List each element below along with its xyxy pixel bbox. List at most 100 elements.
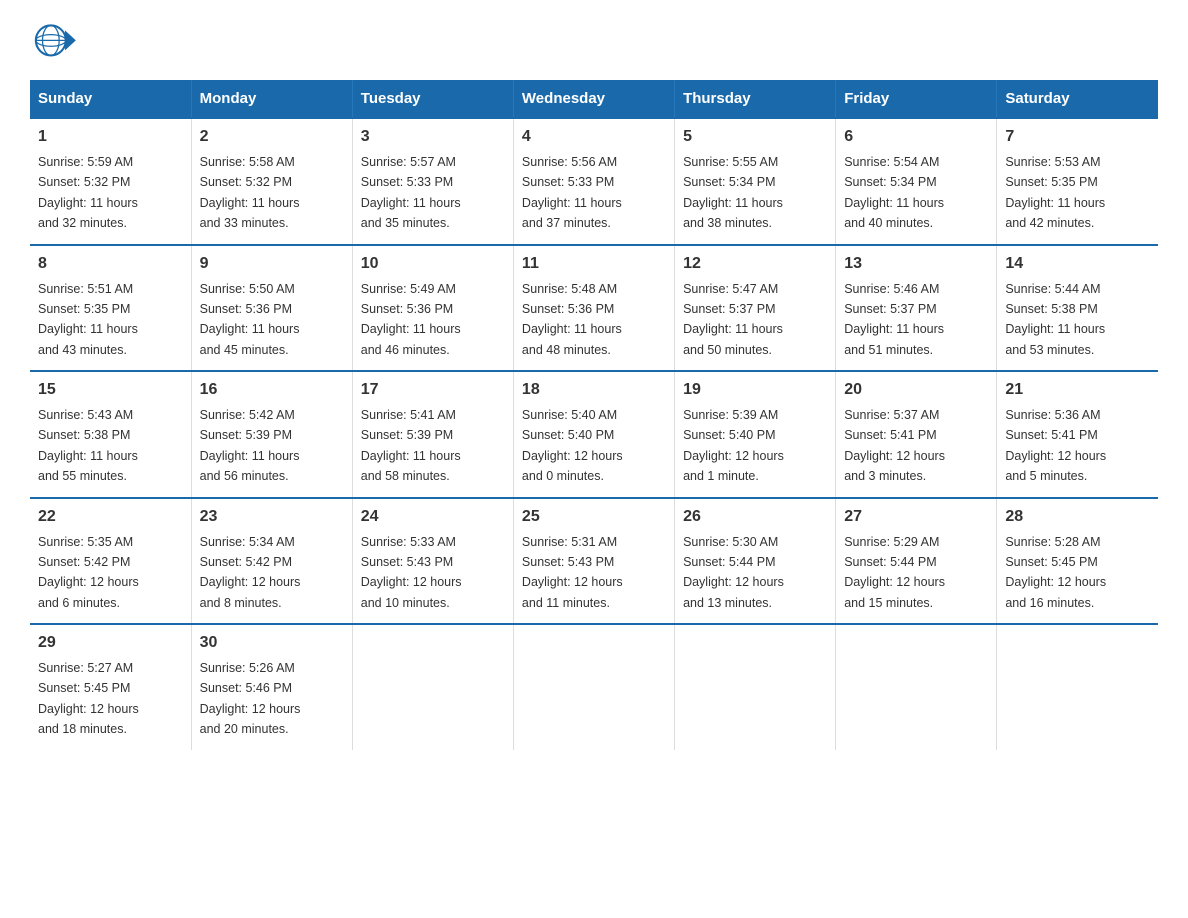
day-number: 24 (361, 505, 505, 529)
calendar-cell: 21 Sunrise: 5:36 AMSunset: 5:41 PMDayligh… (997, 371, 1158, 498)
header-monday: Monday (191, 80, 352, 118)
day-number: 27 (844, 505, 988, 529)
calendar-week-row: 1Sunrise: 5:59 AMSunset: 5:32 PMDaylight… (30, 118, 1158, 245)
day-number: 20 (844, 378, 988, 402)
day-info: Sunrise: 5:43 AMSunset: 5:38 PMDaylight:… (38, 408, 138, 483)
calendar-cell: 16 Sunrise: 5:42 AMSunset: 5:39 PMDayligh… (191, 371, 352, 498)
day-info: Sunrise: 5:53 AMSunset: 5:35 PMDaylight:… (1005, 155, 1105, 230)
day-number: 29 (38, 631, 183, 655)
day-number: 4 (522, 125, 666, 149)
day-info: Sunrise: 5:51 AMSunset: 5:35 PMDaylight:… (38, 282, 138, 357)
day-number: 2 (200, 125, 344, 149)
page-header (30, 20, 1158, 70)
day-info: Sunrise: 5:49 AMSunset: 5:36 PMDaylight:… (361, 282, 461, 357)
day-number: 22 (38, 505, 183, 529)
day-info: Sunrise: 5:54 AMSunset: 5:34 PMDaylight:… (844, 155, 944, 230)
day-info: Sunrise: 5:27 AMSunset: 5:45 PMDaylight:… (38, 661, 139, 736)
day-info: Sunrise: 5:35 AMSunset: 5:42 PMDaylight:… (38, 535, 139, 610)
calendar-cell: 29 Sunrise: 5:27 AMSunset: 5:45 PMDayligh… (30, 624, 191, 750)
calendar-cell: 22 Sunrise: 5:35 AMSunset: 5:42 PMDayligh… (30, 498, 191, 625)
day-info: Sunrise: 5:50 AMSunset: 5:36 PMDaylight:… (200, 282, 300, 357)
day-number: 25 (522, 505, 666, 529)
calendar-cell: 27 Sunrise: 5:29 AMSunset: 5:44 PMDayligh… (836, 498, 997, 625)
day-number: 7 (1005, 125, 1150, 149)
day-number: 14 (1005, 252, 1150, 276)
calendar-cell: 11Sunrise: 5:48 AMSunset: 5:36 PMDayligh… (513, 245, 674, 372)
calendar-cell: 26 Sunrise: 5:30 AMSunset: 5:44 PMDayligh… (675, 498, 836, 625)
day-number: 5 (683, 125, 827, 149)
calendar-cell: 20 Sunrise: 5:37 AMSunset: 5:41 PMDayligh… (836, 371, 997, 498)
calendar-week-row: 29 Sunrise: 5:27 AMSunset: 5:45 PMDayligh… (30, 624, 1158, 750)
day-number: 26 (683, 505, 827, 529)
day-info: Sunrise: 5:46 AMSunset: 5:37 PMDaylight:… (844, 282, 944, 357)
calendar-cell: 25 Sunrise: 5:31 AMSunset: 5:43 PMDayligh… (513, 498, 674, 625)
calendar-cell (836, 624, 997, 750)
header-tuesday: Tuesday (352, 80, 513, 118)
day-info: Sunrise: 5:59 AMSunset: 5:32 PMDaylight:… (38, 155, 138, 230)
day-info: Sunrise: 5:58 AMSunset: 5:32 PMDaylight:… (200, 155, 300, 230)
calendar-cell: 15 Sunrise: 5:43 AMSunset: 5:38 PMDayligh… (30, 371, 191, 498)
calendar-week-row: 22 Sunrise: 5:35 AMSunset: 5:42 PMDayligh… (30, 498, 1158, 625)
day-number: 10 (361, 252, 505, 276)
calendar-cell: 10 Sunrise: 5:49 AMSunset: 5:36 PMDayligh… (352, 245, 513, 372)
day-info: Sunrise: 5:29 AMSunset: 5:44 PMDaylight:… (844, 535, 945, 610)
day-number: 18 (522, 378, 666, 402)
day-number: 21 (1005, 378, 1150, 402)
day-number: 23 (200, 505, 344, 529)
header-saturday: Saturday (997, 80, 1158, 118)
header-wednesday: Wednesday (513, 80, 674, 118)
calendar-cell: 17Sunrise: 5:41 AMSunset: 5:39 PMDayligh… (352, 371, 513, 498)
calendar-cell: 5 Sunrise: 5:55 AMSunset: 5:34 PMDaylight… (675, 118, 836, 245)
day-info: Sunrise: 5:44 AMSunset: 5:38 PMDaylight:… (1005, 282, 1105, 357)
calendar-cell: 18Sunrise: 5:40 AMSunset: 5:40 PMDayligh… (513, 371, 674, 498)
day-info: Sunrise: 5:34 AMSunset: 5:42 PMDaylight:… (200, 535, 301, 610)
calendar-header-row: Sunday Monday Tuesday Wednesday Thursday… (30, 80, 1158, 118)
calendar-cell: 2 Sunrise: 5:58 AMSunset: 5:32 PMDaylight… (191, 118, 352, 245)
calendar-table: Sunday Monday Tuesday Wednesday Thursday… (30, 80, 1158, 750)
day-info: Sunrise: 5:42 AMSunset: 5:39 PMDaylight:… (200, 408, 300, 483)
day-number: 19 (683, 378, 827, 402)
day-info: Sunrise: 5:28 AMSunset: 5:45 PMDaylight:… (1005, 535, 1106, 610)
day-info: Sunrise: 5:56 AMSunset: 5:33 PMDaylight:… (522, 155, 622, 230)
calendar-cell: 23 Sunrise: 5:34 AMSunset: 5:42 PMDayligh… (191, 498, 352, 625)
calendar-cell: 28 Sunrise: 5:28 AMSunset: 5:45 PMDayligh… (997, 498, 1158, 625)
day-info: Sunrise: 5:47 AMSunset: 5:37 PMDaylight:… (683, 282, 783, 357)
day-info: Sunrise: 5:55 AMSunset: 5:34 PMDaylight:… (683, 155, 783, 230)
day-number: 16 (200, 378, 344, 402)
day-info: Sunrise: 5:31 AMSunset: 5:43 PMDaylight:… (522, 535, 623, 610)
calendar-week-row: 15 Sunrise: 5:43 AMSunset: 5:38 PMDayligh… (30, 371, 1158, 498)
calendar-cell (997, 624, 1158, 750)
day-number: 3 (361, 125, 505, 149)
calendar-cell: 30 Sunrise: 5:26 AMSunset: 5:46 PMDayligh… (191, 624, 352, 750)
header-friday: Friday (836, 80, 997, 118)
day-info: Sunrise: 5:26 AMSunset: 5:46 PMDaylight:… (200, 661, 301, 736)
day-number: 15 (38, 378, 183, 402)
day-number: 17 (361, 378, 505, 402)
calendar-cell: 6 Sunrise: 5:54 AMSunset: 5:34 PMDaylight… (836, 118, 997, 245)
day-info: Sunrise: 5:33 AMSunset: 5:43 PMDaylight:… (361, 535, 462, 610)
calendar-cell (352, 624, 513, 750)
day-info: Sunrise: 5:48 AMSunset: 5:36 PMDaylight:… (522, 282, 622, 357)
calendar-cell: 14 Sunrise: 5:44 AMSunset: 5:38 PMDayligh… (997, 245, 1158, 372)
calendar-cell: 7 Sunrise: 5:53 AMSunset: 5:35 PMDaylight… (997, 118, 1158, 245)
day-info: Sunrise: 5:37 AMSunset: 5:41 PMDaylight:… (844, 408, 945, 483)
day-number: 9 (200, 252, 344, 276)
day-info: Sunrise: 5:30 AMSunset: 5:44 PMDaylight:… (683, 535, 784, 610)
calendar-cell: 4 Sunrise: 5:56 AMSunset: 5:33 PMDaylight… (513, 118, 674, 245)
day-info: Sunrise: 5:36 AMSunset: 5:41 PMDaylight:… (1005, 408, 1106, 483)
logo-icon (30, 20, 80, 70)
calendar-cell: 24 Sunrise: 5:33 AMSunset: 5:43 PMDayligh… (352, 498, 513, 625)
calendar-week-row: 8 Sunrise: 5:51 AMSunset: 5:35 PMDaylight… (30, 245, 1158, 372)
calendar-cell: 8 Sunrise: 5:51 AMSunset: 5:35 PMDaylight… (30, 245, 191, 372)
day-number: 12 (683, 252, 827, 276)
calendar-cell (675, 624, 836, 750)
calendar-cell (513, 624, 674, 750)
day-number: 8 (38, 252, 183, 276)
calendar-cell: 19Sunrise: 5:39 AMSunset: 5:40 PMDayligh… (675, 371, 836, 498)
day-number: 28 (1005, 505, 1150, 529)
calendar-cell: 3Sunrise: 5:57 AMSunset: 5:33 PMDaylight… (352, 118, 513, 245)
calendar-cell: 13Sunrise: 5:46 AMSunset: 5:37 PMDayligh… (836, 245, 997, 372)
logo (30, 20, 82, 70)
day-number: 6 (844, 125, 988, 149)
day-number: 30 (200, 631, 344, 655)
